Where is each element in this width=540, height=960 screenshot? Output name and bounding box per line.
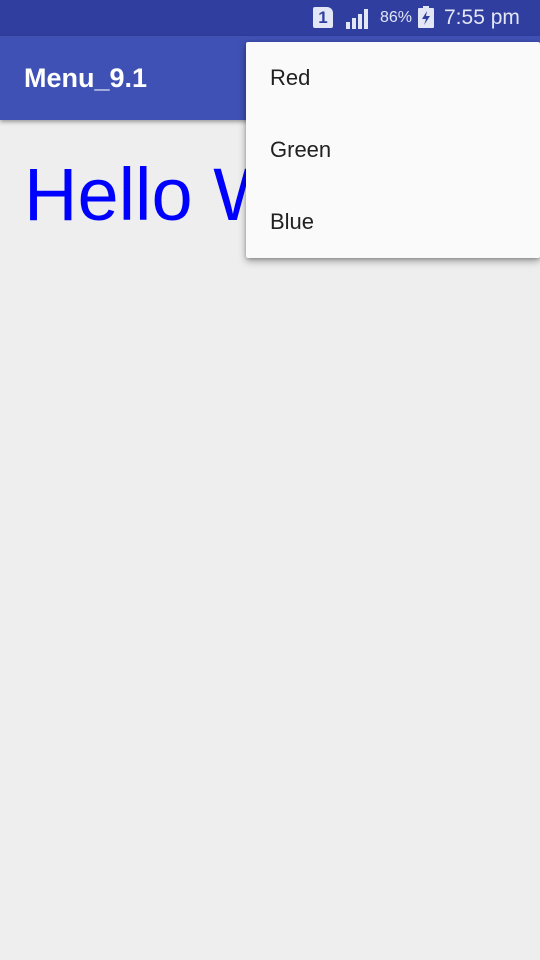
status-clock: 7:55 pm: [444, 6, 520, 29]
menu-item-green[interactable]: Green: [246, 114, 540, 186]
overflow-popup-menu: Red Green Blue: [246, 42, 540, 258]
sim-icon: 1: [313, 7, 333, 28]
battery-charging-icon: [418, 6, 434, 28]
battery-percentage: 86%: [380, 9, 413, 26]
app-title: Menu_9.1: [24, 63, 148, 93]
menu-item-blue[interactable]: Blue: [246, 186, 540, 258]
signal-icon: [346, 9, 368, 29]
status-bar: 1 86% 7:55 pm: [0, 0, 540, 36]
menu-item-red[interactable]: Red: [246, 42, 540, 114]
